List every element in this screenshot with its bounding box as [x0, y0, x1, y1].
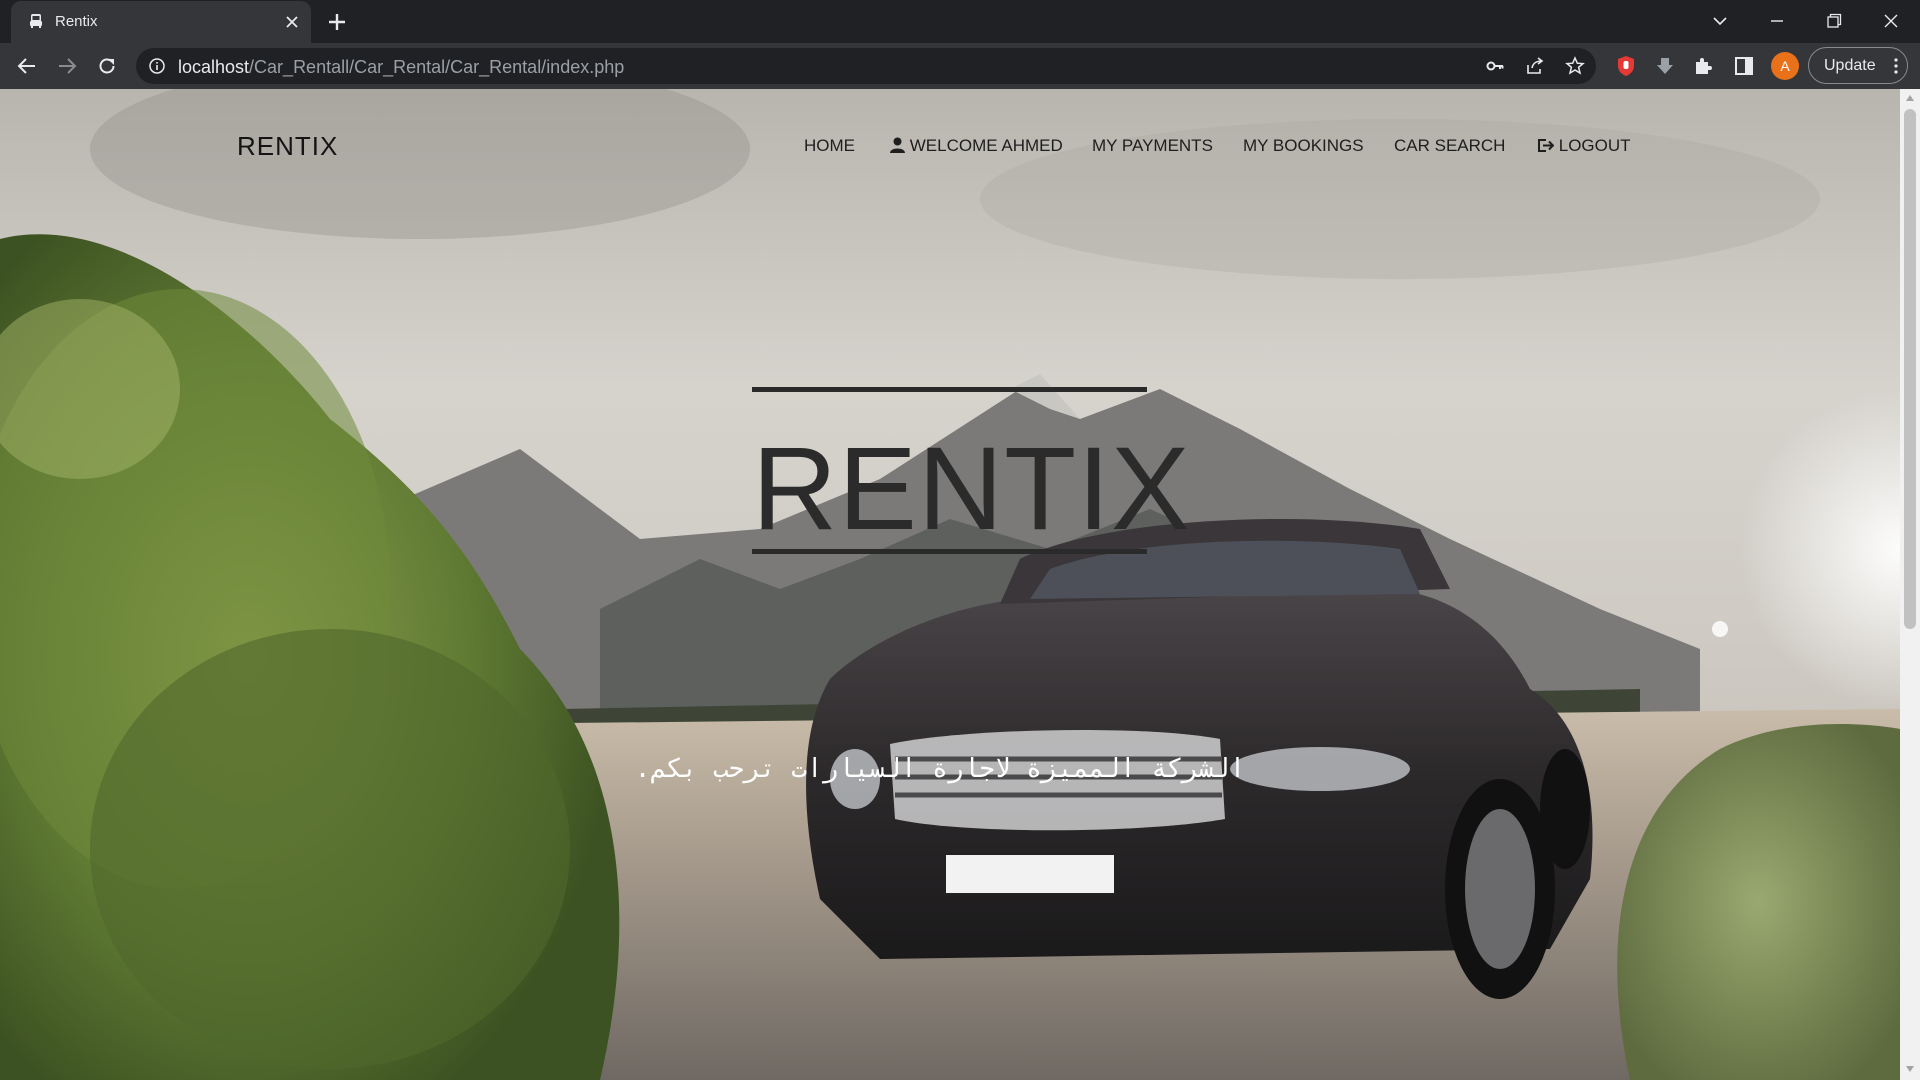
password-key-icon[interactable]: [1485, 56, 1505, 76]
tab-search-chevron-icon[interactable]: [1707, 8, 1733, 34]
bookmark-star-icon[interactable]: [1565, 56, 1585, 76]
address-bar[interactable]: localhost/Car_Rentall/Car_Rental/Car_Ren…: [136, 48, 1596, 84]
adblock-extension-icon[interactable]: [1614, 54, 1638, 78]
profile-avatar[interactable]: A: [1771, 52, 1799, 80]
page-viewport: RENTIX HOME WELCOME AHMED MY PAYMENTS MY…: [0, 89, 1900, 1080]
hero-subtitle: الشركة المميزة لاجارة السيارات ترحب بكم.: [634, 754, 1246, 784]
browser-toolbar: localhost/Car_Rentall/Car_Rental/Car_Ren…: [0, 43, 1920, 89]
hero-background-image: [0, 89, 1900, 1080]
restore-icon[interactable]: [1821, 8, 1847, 34]
hero-title: RENTIX: [752, 423, 1191, 555]
tab-title: Rentix: [55, 13, 98, 30]
close-window-icon[interactable]: [1878, 8, 1904, 34]
menu-dots-icon: [1894, 58, 1898, 74]
minimize-icon[interactable]: [1764, 8, 1790, 34]
car-favicon-icon: [30, 14, 42, 28]
logout-icon: [1538, 139, 1555, 152]
close-tab-icon[interactable]: [283, 13, 301, 31]
download-extension-icon[interactable]: [1653, 54, 1677, 78]
scroll-up-arrow-icon[interactable]: [1905, 94, 1915, 102]
nav-logout-label: LOGOUT: [1558, 136, 1631, 155]
page-scrollbar[interactable]: [1900, 89, 1920, 1080]
scroll-down-arrow-icon[interactable]: [1905, 1065, 1915, 1073]
nav-home[interactable]: HOME: [804, 136, 855, 156]
reload-icon[interactable]: [94, 53, 120, 79]
url-path: /Car_Rentall/Car_Rental/Car_Rental/index…: [249, 57, 625, 77]
nav-my-bookings[interactable]: MY BOOKINGS: [1243, 136, 1364, 156]
nav-welcome-label: WELCOME AHMED: [909, 136, 1063, 155]
forward-arrow-icon[interactable]: [54, 53, 80, 79]
nav-car-search[interactable]: CAR SEARCH: [1394, 136, 1505, 156]
nav-my-payments[interactable]: MY PAYMENTS: [1092, 136, 1213, 156]
user-icon: [890, 137, 905, 153]
new-tab-plus-icon[interactable]: [325, 10, 349, 34]
back-arrow-icon[interactable]: [14, 53, 40, 79]
tab-strip: Rentix: [0, 0, 1920, 43]
site-info-icon[interactable]: [148, 57, 166, 75]
nav-welcome-user[interactable]: WELCOME AHMED: [890, 136, 1063, 156]
update-button[interactable]: Update: [1808, 47, 1908, 84]
url-host: localhost: [178, 57, 250, 77]
nav-logout[interactable]: LOGOUT: [1537, 136, 1631, 156]
browser-tab[interactable]: Rentix: [11, 1, 311, 43]
extensions-puzzle-icon[interactable]: [1692, 54, 1716, 78]
side-panel-icon[interactable]: [1732, 54, 1756, 78]
share-icon[interactable]: [1525, 56, 1545, 76]
scrollbar-thumb[interactable]: [1904, 109, 1916, 629]
hero-bottom-rule: [752, 549, 1147, 554]
hero-top-rule: [752, 387, 1147, 392]
url-text[interactable]: localhost/Car_Rentall/Car_Rental/Car_Ren…: [178, 57, 624, 77]
site-brand-logo[interactable]: RENTIX: [237, 131, 338, 162]
update-label: Update: [1824, 57, 1876, 74]
